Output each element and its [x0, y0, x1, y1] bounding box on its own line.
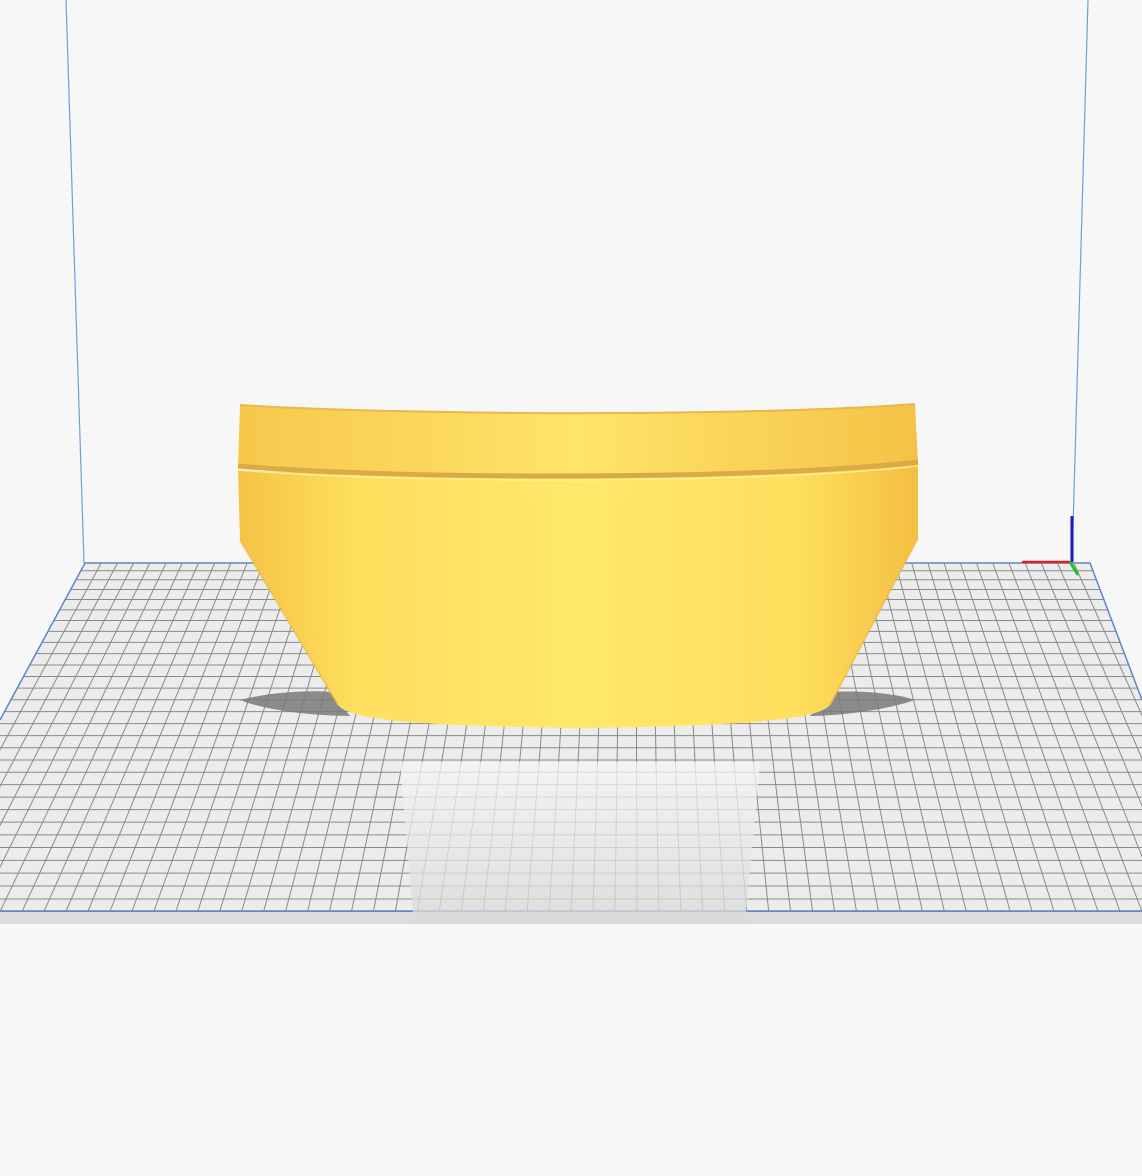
3d-viewport[interactable] — [0, 0, 1142, 1176]
scene-canvas[interactable] — [0, 0, 1142, 1176]
bowl-model[interactable] — [237, 403, 919, 728]
model-ghost-projection — [400, 762, 760, 924]
